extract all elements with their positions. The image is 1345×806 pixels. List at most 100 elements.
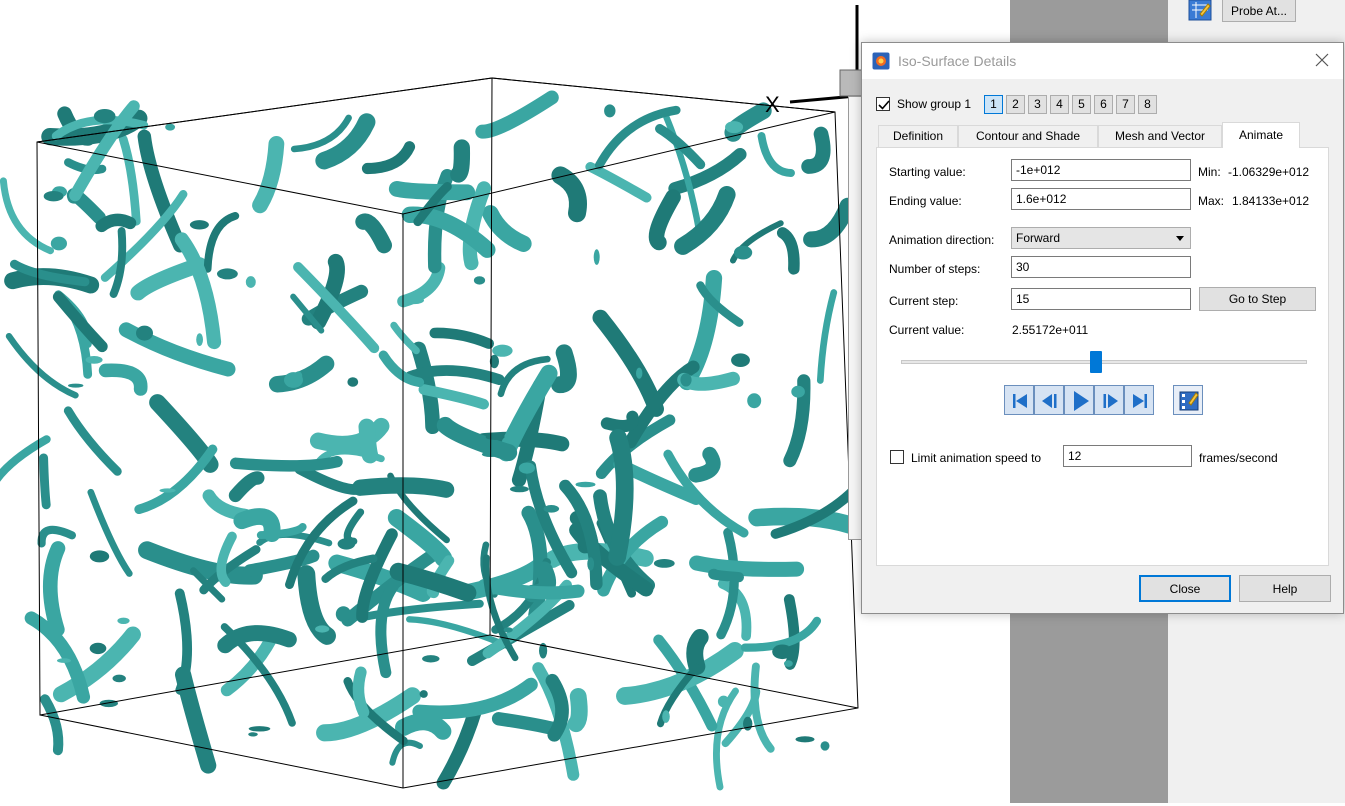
iso-surface-fragment (315, 625, 330, 633)
record-movie-button[interactable] (1173, 385, 1203, 415)
iso-surface-fragment (159, 488, 176, 493)
chevron-down-icon (1176, 236, 1184, 241)
iso-surface-fragment (294, 371, 303, 381)
iso-surface-tube (40, 694, 64, 756)
min-value: -1.06329e+012 (1228, 165, 1310, 179)
animation-direction-select[interactable]: Forward (1011, 227, 1191, 249)
iso-surface-tube (387, 509, 453, 567)
iso-surface-tube (436, 703, 483, 790)
iso-surface-tube (42, 541, 66, 637)
iso-surface-tube (585, 162, 652, 203)
iso-surface-tube (567, 688, 588, 733)
iso-surface-tube (375, 580, 399, 679)
skip-to-end-icon (1133, 394, 1147, 408)
group-button-4[interactable]: 4 (1050, 95, 1069, 114)
iso-surface-fragment (248, 726, 271, 732)
iso-surface-fragment (731, 353, 750, 368)
go-to-step-button[interactable]: Go to Step (1199, 287, 1316, 311)
iso-surface-fragment (217, 268, 238, 280)
group-button-3[interactable]: 3 (1028, 95, 1047, 114)
iso-surface-tube (98, 363, 148, 396)
iso-surface-tube (228, 471, 265, 503)
iso-surface-fragment (820, 741, 830, 751)
tab-definition[interactable]: Definition (878, 125, 958, 147)
animate-tab-panel: Starting value: Min: -1.06329e+012 Endin… (876, 147, 1329, 566)
play-button[interactable] (1064, 385, 1094, 415)
iso-surface-fragment (68, 383, 84, 388)
tab-mesh-and-vector[interactable]: Mesh and Vector (1098, 125, 1222, 147)
iso-surface-fragment (419, 690, 428, 698)
frames-per-second-input[interactable] (1063, 445, 1192, 467)
last-frame-button[interactable] (1124, 385, 1154, 415)
iso-surface-tube (592, 309, 664, 417)
max-value: 1.84133e+012 (1232, 194, 1310, 208)
iso-surface-tube (477, 579, 585, 600)
iso-surface-tube (404, 365, 505, 385)
close-icon[interactable] (1313, 51, 1331, 69)
iso-surface-fragment (717, 695, 730, 708)
dialog-titlebar[interactable]: Iso-Surface Details (862, 43, 1343, 79)
iso-surface-fragment (662, 710, 670, 723)
iso-surface-fragment (136, 325, 153, 341)
group-button-6[interactable]: 6 (1094, 95, 1113, 114)
iso-surface-fragment (112, 674, 126, 683)
group-button-2[interactable]: 2 (1006, 95, 1025, 114)
help-button[interactable]: Help (1239, 575, 1331, 602)
current-value: 2.55172e+011 (1012, 323, 1089, 337)
iso-surface-tube (149, 394, 219, 473)
frames-per-second-label: frames/second (1199, 451, 1278, 465)
starting-value-input[interactable] (1011, 159, 1191, 181)
number-of-steps-input[interactable] (1011, 256, 1191, 278)
iso-surface-tube (776, 227, 800, 275)
iso-surface-tube (358, 418, 379, 464)
iso-surface-fragment (747, 393, 762, 409)
iso-surface-tube (233, 508, 281, 543)
iso-surface-tube (757, 132, 795, 177)
iso-surface-fragment (85, 356, 103, 364)
iso-surface-tube (674, 186, 736, 255)
iso-surface-fragment (784, 660, 793, 667)
iso-surface-fragment (347, 377, 359, 387)
iso-surface-fragment (245, 276, 256, 288)
iso-surface-tube (740, 616, 822, 652)
iso-surface-fragment (518, 462, 536, 474)
iso-surface-tube (816, 289, 838, 384)
step-slider-thumb[interactable] (1090, 351, 1102, 373)
iso-surface-tube (203, 212, 240, 273)
step-forward-button[interactable] (1094, 385, 1124, 415)
iso-surface-fragment (117, 617, 130, 624)
tab-animate[interactable]: Animate (1222, 122, 1300, 148)
current-step-label: Current step: (889, 294, 959, 308)
iso-surface-fragment (196, 333, 204, 346)
show-group-checkbox[interactable] (876, 97, 890, 111)
iso-surface-fragment (165, 123, 176, 131)
iso-surface-fragment (653, 559, 675, 568)
iso-surface-fragment (189, 220, 209, 230)
iso-surface-tube (708, 568, 744, 583)
tab-contour-and-shade[interactable]: Contour and Shade (958, 125, 1098, 147)
iso-surface-tube (217, 625, 297, 654)
probe-icon[interactable] (1186, 0, 1214, 22)
ending-value-input[interactable] (1011, 188, 1191, 210)
iso-surface-tube (475, 90, 559, 139)
step-back-button[interactable] (1034, 385, 1064, 415)
group-button-7[interactable]: 7 (1116, 95, 1135, 114)
app-icon (872, 52, 890, 70)
limit-speed-checkbox[interactable] (890, 450, 904, 464)
skip-to-start-icon (1013, 394, 1027, 408)
current-step-input[interactable] (1011, 288, 1191, 310)
close-button[interactable]: Close (1139, 575, 1231, 602)
iso-surface-tube (5, 333, 79, 399)
group-button-8[interactable]: 8 (1138, 95, 1157, 114)
iso-surface-blobs (0, 90, 878, 791)
group-button-1[interactable]: 1 (984, 95, 1003, 114)
iso-surface-fragment (510, 485, 529, 493)
iso-surface-fragment (473, 276, 486, 285)
iso-surface-fragment (575, 481, 596, 488)
step-slider-track[interactable] (901, 360, 1307, 364)
iso-surface-tube (412, 677, 538, 720)
first-frame-button[interactable] (1004, 385, 1034, 415)
group-button-5[interactable]: 5 (1072, 95, 1091, 114)
animation-direction-value: Forward (1016, 231, 1061, 245)
probe-at-button[interactable]: Probe At... (1222, 0, 1296, 22)
